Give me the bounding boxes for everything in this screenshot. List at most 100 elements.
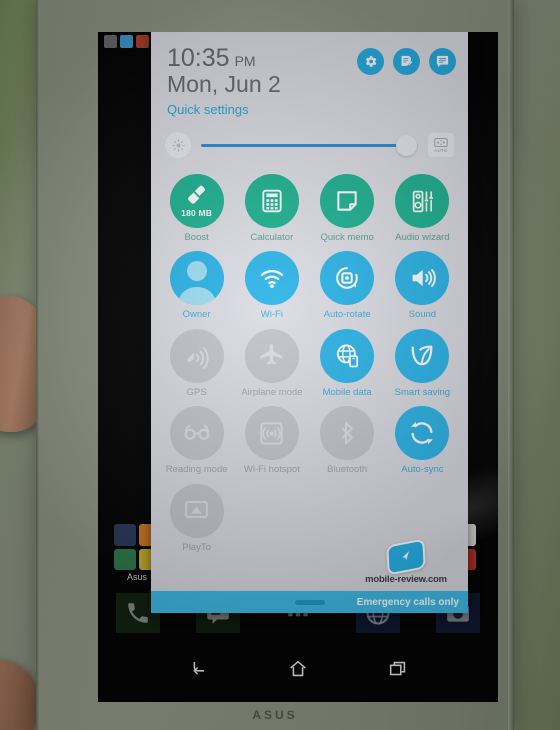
- tile-icon-bg: [169, 328, 224, 383]
- app-icon-red: [136, 34, 149, 48]
- cast-icon: [185, 501, 208, 519]
- tile-icon-bg: [320, 174, 375, 228]
- panel-footer[interactable]: Emergency calls only: [151, 591, 468, 613]
- tile-wifi-hotspot[interactable]: Wi-Fi hotspot: [234, 400, 309, 475]
- brightness-slider[interactable]: [197, 132, 422, 158]
- tablet-screen: Asus Google: [98, 32, 498, 702]
- tile-label: Auto-sync: [401, 464, 444, 476]
- notifications-button[interactable]: [429, 48, 456, 75]
- quick-settings-link[interactable]: Quick settings: [167, 102, 452, 117]
- slider-knob[interactable]: [396, 134, 418, 156]
- recents-icon: [389, 661, 406, 676]
- tile-label: Bluetooth: [327, 464, 368, 476]
- tile-quick-memo[interactable]: Quick memo: [310, 168, 385, 243]
- tile-icon-bg: 180 MB: [169, 174, 224, 228]
- tile-icon-bg: [244, 406, 299, 461]
- back-arrow-icon: [193, 661, 205, 675]
- tile-label: Quick memo: [320, 232, 374, 243]
- tablet-device: ASUS Asus 10:35 PM Mon, Jun 2 Quick sett…: [36, 0, 514, 730]
- tile-label: GPS: [186, 386, 207, 398]
- tile-label: Wi-Fi: [260, 309, 283, 321]
- app-icon-blue: [120, 34, 133, 48]
- tile-reading-mode[interactable]: Reading mode: [159, 400, 234, 475]
- gps-satellite-icon: [187, 347, 209, 370]
- edit-notes-button[interactable]: [393, 48, 420, 75]
- tile-label: Auto-rotate: [323, 309, 371, 321]
- cursor-arrow-icon: [402, 551, 410, 561]
- tile-bluetooth[interactable]: Bluetooth: [310, 400, 385, 475]
- watermark-badge: [386, 538, 426, 576]
- memo-icon: [337, 191, 357, 211]
- navigation-bar: [98, 636, 498, 702]
- nav-recents[interactable]: [377, 648, 419, 690]
- auto-brightness-icon: [434, 137, 448, 147]
- tile-wifi[interactable]: Wi-Fi: [234, 245, 309, 320]
- tile-icon-bg: [244, 251, 299, 306]
- tile-auto-sync[interactable]: Auto-sync: [385, 400, 460, 475]
- tile-label: Wi-Fi hotspot: [243, 464, 300, 476]
- hotspot-icon: [260, 422, 284, 445]
- device-edge-left: [36, 0, 40, 730]
- tile-gps[interactable]: GPS: [159, 323, 234, 398]
- clock-time: 10:35: [167, 44, 230, 72]
- bluetooth-icon: [341, 421, 354, 445]
- tile-label: Owner: [182, 309, 211, 321]
- tile-airplane-mode[interactable]: Airplane mode: [234, 323, 309, 398]
- tile-auto-rotate[interactable]: Auto-rotate: [310, 245, 385, 320]
- user-finger: [0, 660, 40, 730]
- leaf-icon: [411, 345, 433, 366]
- message-list-icon: [436, 55, 449, 68]
- tile-smart-saving[interactable]: Smart saving: [385, 323, 460, 398]
- tile-icon-bg: [169, 483, 224, 538]
- tile-playto[interactable]: PlayTo: [159, 478, 234, 553]
- quick-settings-tiles: 180 MB Boost Calculator Quick memo Audio…: [151, 168, 468, 553]
- quick-settings-panel: 10:35 PM Mon, Jun 2 Quick settings AUTO …: [151, 32, 468, 613]
- tile-label: Audio wizard: [395, 232, 450, 243]
- user-avatar-icon: [177, 261, 216, 306]
- nav-back[interactable]: [177, 648, 219, 690]
- tile-icon-bg: [320, 328, 375, 383]
- tile-icon-bg: [320, 251, 375, 306]
- tile-icon-bg: [395, 328, 450, 383]
- tile-audio-wizard[interactable]: Audio wizard: [385, 168, 460, 243]
- auto-brightness-button[interactable]: AUTO: [428, 133, 454, 157]
- tile-sound[interactable]: Sound: [385, 245, 460, 320]
- tile-mobile-data[interactable]: Mobile data: [310, 323, 385, 398]
- auto-label: AUTO: [434, 147, 448, 153]
- download-icon: [104, 34, 117, 48]
- emergency-status-text: Emergency calls only: [356, 596, 459, 608]
- tile-icon-bg: [395, 406, 450, 461]
- home-icon: [290, 660, 306, 677]
- slider-fill: [201, 143, 404, 147]
- sync-icon: [411, 422, 434, 445]
- tile-icon-bg: [169, 406, 224, 461]
- panel-header-actions: [357, 48, 456, 75]
- note-edit-icon: [401, 55, 413, 67]
- broom-icon: [187, 185, 205, 204]
- device-edge-right: [508, 0, 514, 730]
- calculator-icon: [262, 189, 282, 213]
- tile-owner[interactable]: Owner: [159, 245, 234, 320]
- settings-gear-button[interactable]: [357, 48, 384, 75]
- auto-rotate-icon: [336, 267, 358, 290]
- speaker-icon: [413, 269, 437, 288]
- site-watermark: mobile-review.com: [352, 538, 460, 585]
- clock-date: Mon, Jun 2: [167, 71, 281, 97]
- watermark-text: mobile-review.com: [365, 574, 447, 585]
- nav-home[interactable]: [277, 648, 319, 690]
- phone-icon: [128, 603, 148, 623]
- gear-icon: [365, 56, 377, 67]
- tile-boost[interactable]: 180 MB Boost: [159, 168, 234, 243]
- tile-label: Airplane mode: [241, 386, 303, 398]
- tile-label: Calculator: [250, 232, 294, 243]
- wifi-icon: [260, 270, 283, 289]
- tile-label: Sound: [408, 309, 437, 321]
- tile-icon-bg: [244, 328, 299, 383]
- drag-handle[interactable]: [294, 599, 325, 605]
- glasses-icon: [184, 425, 210, 441]
- asus-brand-logo: ASUS: [252, 708, 298, 722]
- tile-calculator[interactable]: Calculator: [234, 168, 309, 243]
- tile-label: Mobile data: [322, 386, 372, 398]
- mobile-data-icon: [336, 344, 358, 368]
- panel-header: 10:35 PM Mon, Jun 2 Quick settings: [151, 32, 468, 117]
